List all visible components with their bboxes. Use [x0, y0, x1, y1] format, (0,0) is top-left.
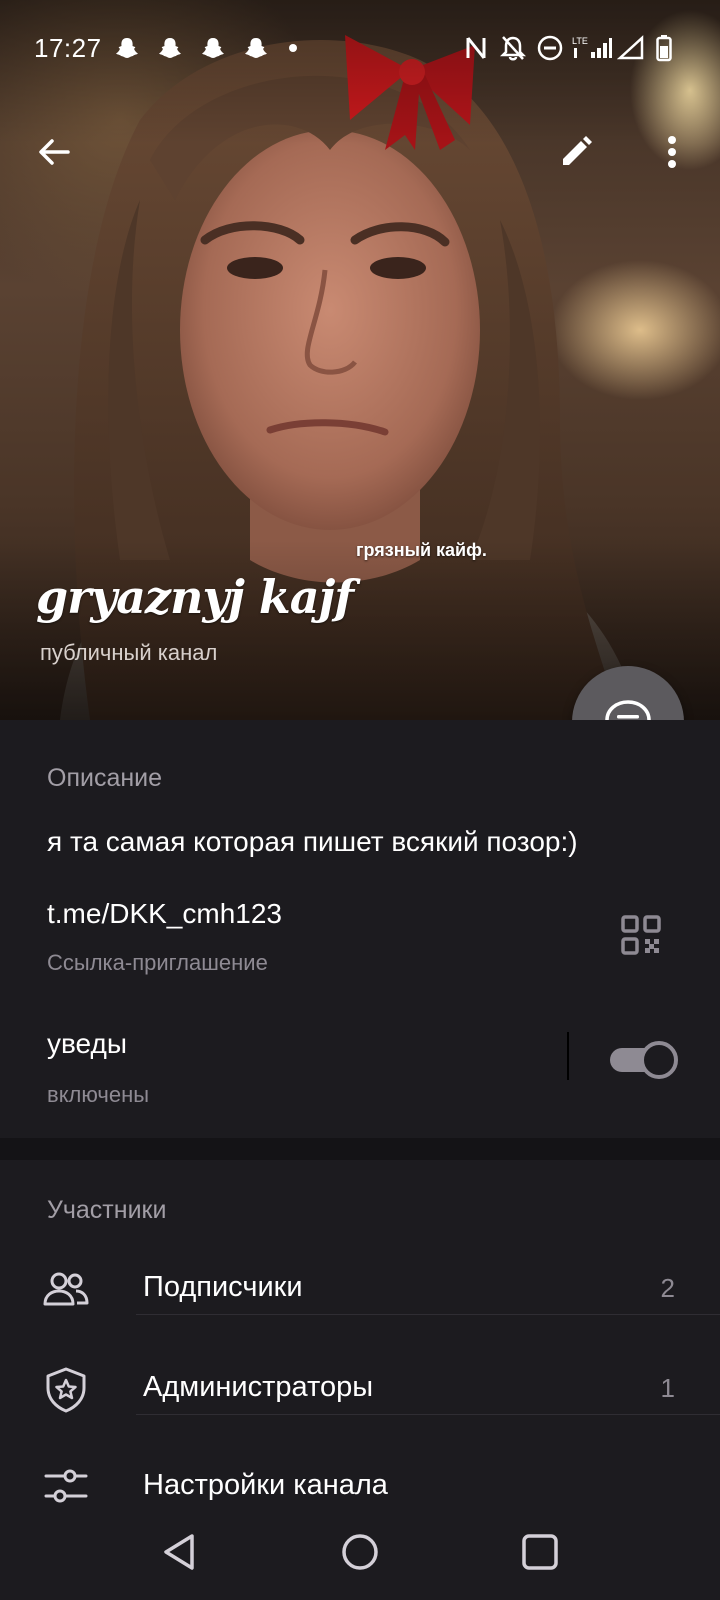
- qr-code-button[interactable]: [620, 914, 668, 962]
- more-vertical-icon: [668, 136, 676, 168]
- triangle-back-icon: [164, 1534, 194, 1570]
- snapchat-icon: [116, 38, 138, 58]
- nav-back-button[interactable]: [152, 1524, 208, 1580]
- navigation-bar: [0, 1504, 720, 1600]
- signal-icon: [617, 35, 644, 60]
- lte-signal-icon: LTE: [572, 36, 612, 58]
- invite-link[interactable]: t.me/DKK_cmh123: [47, 898, 282, 930]
- row-divider: [136, 1314, 720, 1315]
- description-text[interactable]: я та самая которая пишет всякий позор:): [47, 826, 578, 858]
- shield-star-icon: [46, 1367, 86, 1413]
- notifications-divider: [567, 1032, 569, 1080]
- back-arrow-icon: [39, 139, 70, 165]
- section-divider: [0, 1138, 720, 1160]
- subscribers-row[interactable]: Подписчики 2: [0, 1240, 720, 1340]
- channel-settings-label: Настройки канала: [143, 1469, 388, 1501]
- subscribers-count: 2: [660, 1273, 675, 1303]
- users-icon: [43, 1272, 89, 1306]
- channel-type: публичный канал: [40, 640, 218, 665]
- channel-photo[interactable]: 17:27 LTE грязный кайф. gryaznyj kajf пу…: [0, 0, 720, 720]
- subscribers-label: Подписчики: [143, 1271, 303, 1303]
- back-button[interactable]: [22, 120, 86, 184]
- notifications-status: включены: [47, 1082, 150, 1107]
- edit-button[interactable]: [544, 120, 608, 184]
- administrators-count: 1: [660, 1373, 675, 1403]
- channel-info-section: Описание я та самая которая пишет всякий…: [0, 720, 720, 1138]
- notifications-toggle[interactable]: [610, 1040, 678, 1080]
- nfc-icon: [466, 37, 486, 59]
- members-header: Участники: [47, 1196, 167, 1224]
- do-not-disturb-icon: [537, 35, 563, 61]
- nav-recents-button[interactable]: [512, 1524, 568, 1580]
- bell-off-icon: [500, 36, 526, 61]
- svg-text:LTE: LTE: [572, 36, 588, 46]
- snapchat-icon: [245, 38, 267, 58]
- circle-home-icon: [342, 1534, 378, 1570]
- status-bar: 17:27 LTE: [0, 0, 720, 96]
- members-section: Участники Подписчики 2 Администраторы 1 …: [0, 1160, 720, 1504]
- snapchat-icon: [159, 38, 181, 58]
- square-recents-icon: [522, 1534, 558, 1570]
- sticker-text: грязный кайф.: [356, 540, 487, 560]
- battery-icon: [656, 35, 672, 62]
- status-time: 17:27: [34, 33, 102, 63]
- snapchat-icon: [202, 38, 224, 58]
- description-header: Описание: [47, 764, 163, 792]
- row-divider: [136, 1414, 720, 1415]
- invite-link-caption: Ссылка-приглашение: [47, 950, 268, 975]
- more-options-button[interactable]: [640, 120, 704, 184]
- notifications-row[interactable]: уведы включены: [0, 1010, 720, 1120]
- pencil-icon: [563, 136, 592, 165]
- administrators-label: Администраторы: [143, 1371, 374, 1403]
- notifications-label: уведы: [47, 1028, 127, 1059]
- qr-code-icon: [621, 915, 661, 955]
- administrators-row[interactable]: Администраторы 1: [0, 1340, 720, 1440]
- notification-dot-icon: [289, 44, 297, 52]
- nav-home-button[interactable]: [332, 1524, 388, 1580]
- invite-link-row[interactable]: t.me/DKK_cmh123 Ссылка-приглашение: [0, 880, 720, 990]
- channel-name: gryaznyj kajf: [36, 570, 354, 624]
